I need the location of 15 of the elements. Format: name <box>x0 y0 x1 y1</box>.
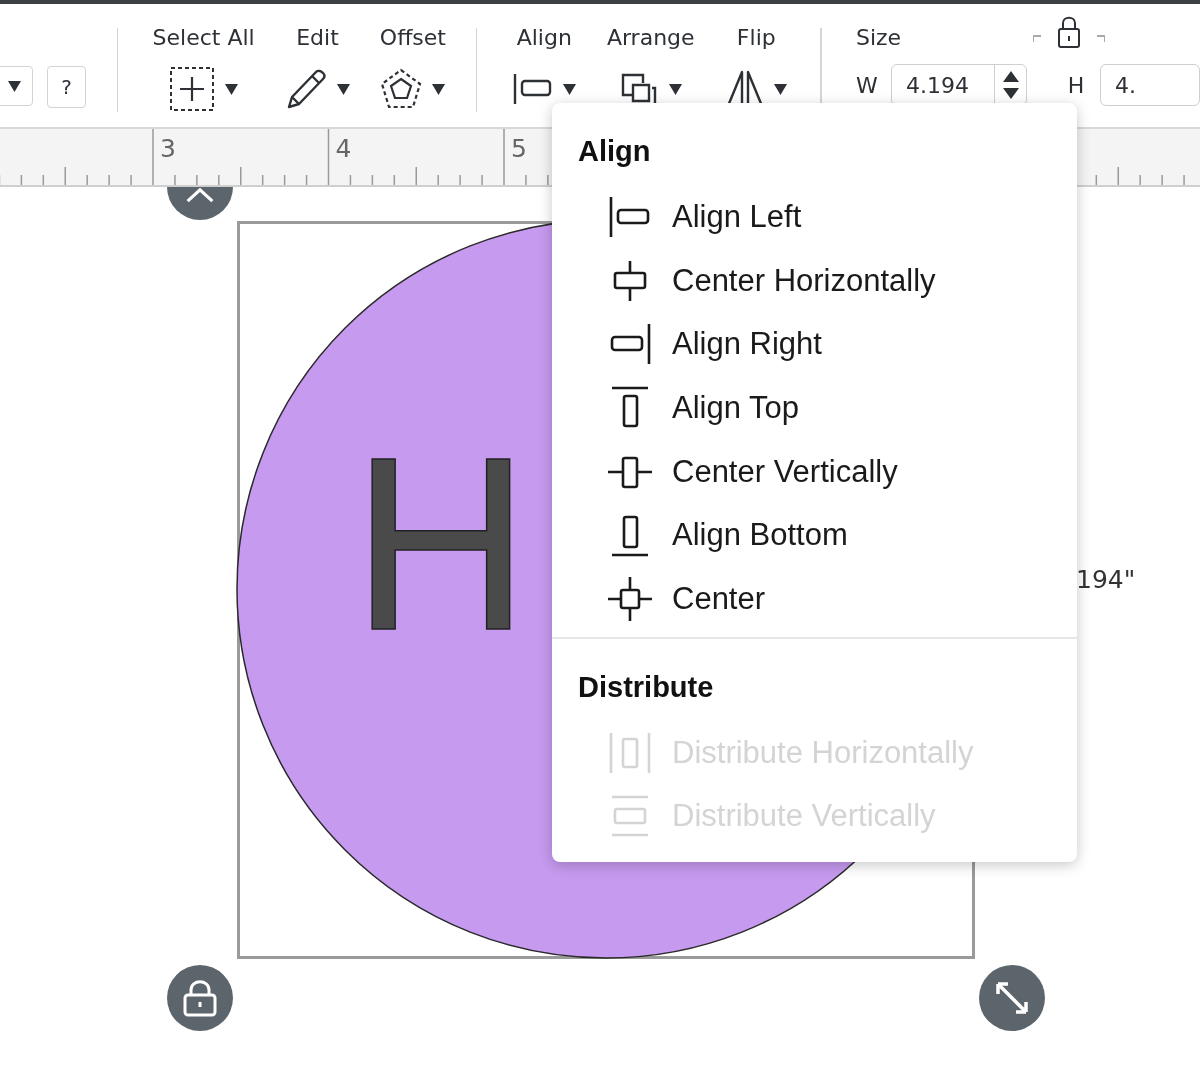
tool-label: Flip <box>736 24 776 52</box>
tool-label: Edit <box>296 24 339 52</box>
ruler-label: 4 <box>335 134 352 163</box>
menu-heading: Align <box>578 134 652 169</box>
ruler-label: 5 <box>511 134 527 163</box>
tool-label: Align <box>516 24 572 52</box>
size-label: Size <box>856 24 902 52</box>
ruler-label: 3 <box>160 134 176 163</box>
height-label: H <box>1066 72 1086 98</box>
width-label: W <box>856 72 878 98</box>
tool-label: Offset <box>379 24 446 52</box>
menu-heading: Distribute <box>578 669 715 705</box>
tool-label: Select All <box>152 24 255 52</box>
dimension-label: 194" <box>1076 565 1136 594</box>
tool-label: Arrange <box>606 24 695 52</box>
